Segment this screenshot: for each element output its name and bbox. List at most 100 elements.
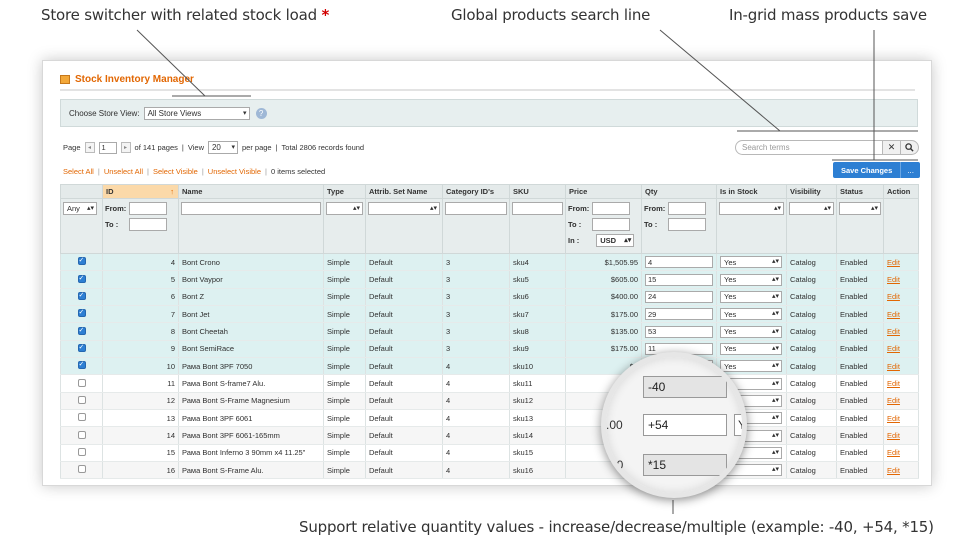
table-row[interactable]: 6Bont ZSimpleDefault3sku6$400.0024 Yes▴▾ C… [60,288,919,307]
magnified-qty-input[interactable]: -40 [643,376,727,398]
table-row[interactable]: 16 Рама Bont S-Frame Alu. Simple Default 4 sk… [60,461,919,480]
column-header-type[interactable]: Type [323,184,366,199]
page-input[interactable]: 1 [98,141,117,154]
table-row[interactable]: 9Bont SemiRaceSimpleDefault3sku9$175.001… [60,340,919,359]
filter-visibility-select[interactable]: ▴▾ [789,202,834,215]
prev-page-button[interactable]: ◂ [84,142,95,153]
magnified-stock-select[interactable]: Y [734,414,742,436]
edit-link[interactable]: Edit [887,275,900,284]
table-row[interactable]: 7Bont JetSimpleDefault3sku7$175.0029 Yes▴… [60,305,919,324]
column-header-id[interactable]: ID ↑ [102,184,179,199]
filter-id-to[interactable] [129,218,168,231]
filter-id-from[interactable] [129,202,168,215]
row-checkbox[interactable] [77,465,86,474]
select-all-link[interactable]: Select All [63,167,94,176]
edit-link[interactable]: Edit [887,396,900,405]
edit-link[interactable]: Edit [887,327,900,336]
filter-any-select[interactable]: Any ▴▾ [63,202,97,215]
table-row[interactable]: 4Bont CronoSimpleDefault3sku4$1,505.954Y… [60,253,919,272]
table-row[interactable]: 14 Рама Bont 3PF 6061-165mm Simple Default 4… [60,426,919,445]
filter-sku-input[interactable] [512,202,563,215]
column-header-sku[interactable]: SKU [509,184,566,199]
search-icon[interactable] [901,140,919,155]
select-visible-link[interactable]: Select Visible [153,167,198,176]
filter-price-to[interactable] [592,218,631,231]
search-input[interactable]: Search terms [735,140,883,155]
column-header-is-in-stock[interactable]: Is in Stock [716,184,787,199]
edit-link[interactable]: Edit [887,466,900,475]
stock-select[interactable]: Yes ▴▾ [720,325,782,338]
stock-select[interactable]: Yes ▴▾ [720,290,782,303]
magnified-qty-input[interactable]: +54 [643,414,727,436]
column-header-category-ids[interactable]: Category ID's [442,184,510,199]
unselect-visible-link[interactable]: Unselect Visible [208,167,261,176]
qty-input[interactable]: 4 [645,256,713,269]
table-row[interactable]: 11 Рама Bont S-frame7 Alu. Simple Default 4 s… [60,374,919,393]
column-header-visibility[interactable]: Visibility [786,184,837,199]
store-view-select[interactable]: All Store Views ▾ [143,106,250,120]
filter-qty-to[interactable] [668,218,707,231]
column-header-qty[interactable]: Qty [641,184,717,199]
save-options-button[interactable]: ... [900,162,920,178]
stock-select[interactable]: Yes ▴▾ [720,360,782,373]
row-checkbox[interactable] [77,343,86,352]
next-page-button[interactable]: ▸ [120,142,131,153]
column-header-status[interactable]: Status [836,184,884,199]
column-header-price[interactable]: Price [565,184,642,199]
row-checkbox[interactable] [77,308,86,318]
row-checkbox[interactable] [77,291,86,300]
table-row[interactable]: 12 Рама Bont S-Frame Magnesium Simple Defau… [60,392,919,411]
stock-select[interactable]: Yes ▴▾ [720,256,782,269]
edit-link[interactable]: Edit [887,379,900,388]
edit-link[interactable]: Edit [887,414,900,423]
filter-stock-select[interactable]: ▴▾ [719,202,784,215]
stock-select[interactable]: Yes ▴▾ [720,308,782,321]
magnified-qty-input[interactable]: *15 [643,454,727,476]
stock-select[interactable]: Yes ▴▾ [720,342,782,355]
qty-input[interactable]: 53 [645,325,713,338]
row-checkbox[interactable] [77,378,86,387]
row-checkbox[interactable] [77,430,86,439]
clear-search-icon[interactable]: ✕ [883,140,901,155]
column-header-name[interactable]: Name [178,184,324,199]
column-header-attrib-set[interactable]: Attrib. Set Name [365,184,443,199]
filter-currency-select[interactable]: USD ▴▾ [596,234,635,247]
filter-name-input[interactable] [181,202,321,215]
row-checkbox[interactable] [77,256,86,266]
column-header-action[interactable]: Action [883,184,919,199]
column-header-select[interactable] [60,184,103,199]
edit-link[interactable]: Edit [887,258,900,267]
row-checkbox[interactable] [77,447,86,456]
edit-link[interactable]: Edit [887,362,900,371]
table-row[interactable]: 10Рама Bont 3PF 7050SimpleDefault4sku10$… [60,357,919,376]
filter-category-input[interactable] [445,202,507,215]
row-checkbox[interactable] [77,360,86,370]
cell-action: Edit [883,270,919,289]
unselect-all-link[interactable]: Unselect All [104,167,143,176]
row-checkbox[interactable] [77,413,86,422]
qty-input[interactable]: 24 [645,290,713,303]
row-checkbox[interactable] [77,395,86,404]
table-row[interactable]: 5Bont VayporSimpleDefault3sku5$605.0015 Y… [60,270,919,289]
edit-link[interactable]: Edit [887,344,900,353]
row-checkbox[interactable] [77,326,86,335]
save-changes-button[interactable]: Save Changes [833,162,901,178]
help-icon[interactable]: ? [255,107,267,119]
filter-attrib-select[interactable]: ▴▾ [368,202,440,215]
edit-link[interactable]: Edit [887,310,900,319]
stock-select[interactable]: Yes ▴▾ [720,273,782,286]
filter-status-select[interactable]: ▴▾ [839,202,881,215]
row-checkbox[interactable] [77,274,86,283]
qty-input[interactable]: 29 [645,308,713,321]
qty-input[interactable]: 15 [645,273,713,286]
filter-type-select[interactable]: ▴▾ [326,202,363,215]
edit-link[interactable]: Edit [887,292,900,301]
table-row[interactable]: 13 Рама Bont 3PF 6061 Simple Default 4 sku13 ▴… [60,409,919,428]
filter-qty-from[interactable] [668,202,707,215]
table-row[interactable]: 8Bont CheetahSimpleDefault3sku8$135.0053… [60,322,919,341]
edit-link[interactable]: Edit [887,448,900,457]
edit-link[interactable]: Edit [887,431,900,440]
per-page-select[interactable]: 20 ▾ [207,141,238,154]
filter-price-from[interactable] [592,202,631,215]
table-row[interactable]: 15 Рама Bont Inferno 3 90mm x4 11.25" Simp… [60,444,919,463]
